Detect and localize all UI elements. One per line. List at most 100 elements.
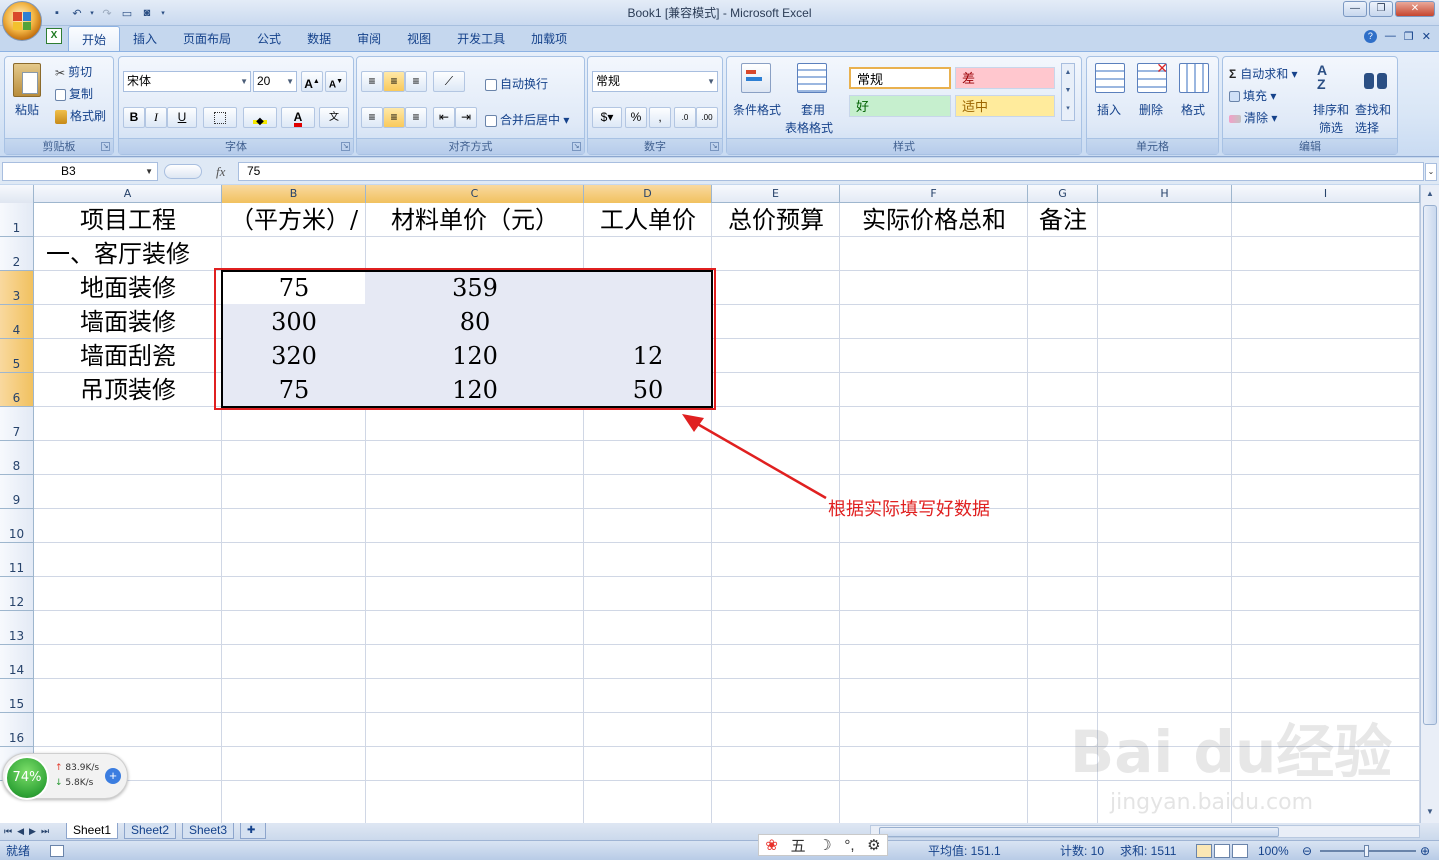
settings-gear-icon[interactable]: ⚙ (867, 836, 880, 854)
tab-developer[interactable]: 开发工具 (444, 26, 518, 51)
font-name-combo[interactable]: 宋体 ▼ (123, 71, 251, 92)
fill-color-button[interactable]: ◆ (243, 107, 277, 128)
ribbon-minimize-icon[interactable]: — (1385, 30, 1396, 43)
select-all-corner[interactable] (0, 185, 34, 203)
clipboard-launcher-icon[interactable]: ↘ (101, 142, 110, 151)
format-as-table-label2[interactable]: 表格格式 (785, 119, 833, 136)
tab-page-layout[interactable]: 页面布局 (170, 26, 244, 51)
tab-review[interactable]: 审阅 (344, 26, 394, 51)
ribbon-close-icon[interactable]: ✕ (1422, 30, 1431, 43)
print-preview-icon[interactable]: ▭ (118, 4, 136, 22)
undo-icon[interactable]: ↶ (68, 4, 86, 22)
orientation-icon[interactable]: ⟋ (433, 71, 465, 92)
align-center-icon[interactable]: ≡ (383, 107, 405, 128)
view-page-layout-icon[interactable] (1214, 844, 1230, 858)
vertical-scrollbar[interactable]: ▲ ▼ (1420, 185, 1439, 823)
style-normal[interactable]: 常规 (849, 67, 951, 89)
phonetic-button[interactable]: 文 (319, 107, 349, 128)
view-normal-icon[interactable] (1196, 844, 1212, 858)
italic-button[interactable]: I (145, 107, 167, 128)
cut-button[interactable]: ✂ 剪切 (55, 63, 92, 80)
view-page-break-icon[interactable] (1232, 844, 1248, 858)
insert-button[interactable]: 插入 (1097, 101, 1121, 118)
zoom-level[interactable]: 100% (1258, 843, 1289, 859)
horizontal-scroll-thumb[interactable] (879, 827, 1279, 837)
copy-button[interactable]: 复制 (55, 85, 93, 102)
format-button[interactable]: 格式 (1181, 101, 1205, 118)
scroll-down-icon[interactable]: ▼ (1423, 805, 1437, 819)
formula-bar-expand-icon[interactable]: ⌄ (1425, 163, 1437, 181)
conditional-format-icon[interactable] (741, 63, 771, 93)
scroll-up-icon[interactable]: ▲ (1423, 187, 1437, 201)
sort-filter-button[interactable]: 排序和 (1313, 101, 1349, 118)
tab-insert[interactable]: 插入 (120, 26, 170, 51)
row-header-9[interactable]: 9 (0, 475, 34, 509)
insert-sheet-icon[interactable]: ✚ (240, 823, 266, 839)
row-header-11[interactable]: 11 (0, 543, 34, 577)
vertical-scroll-thumb[interactable] (1423, 205, 1437, 725)
comma-button[interactable]: , (649, 107, 671, 128)
fx-icon[interactable]: fx (216, 164, 225, 180)
sheet-tab-sheet2[interactable]: Sheet2 (124, 823, 177, 839)
conditional-format-button[interactable]: 条件格式 (733, 101, 781, 118)
row-header-16[interactable]: 16 (0, 713, 34, 747)
font-color-button[interactable]: A (281, 107, 315, 128)
row-header-4[interactable]: 4 (0, 305, 34, 339)
worksheet-grid[interactable]: 项目工程 （平方米）/材料单价（元） 工人单价 总价预算 实际价格总和 备注 一、客厅装修地… (0, 185, 1420, 823)
next-sheet-icon[interactable]: ▶ (29, 826, 36, 837)
styles-scroll[interactable]: ▲ ▼ ▾ (1061, 63, 1075, 121)
row-header-15[interactable]: 15 (0, 679, 34, 713)
paw-icon[interactable]: ❀ (765, 836, 778, 854)
tab-home[interactable]: 开始 (68, 26, 121, 51)
restore-button[interactable]: ❐ (1369, 1, 1393, 17)
save-icon[interactable]: ▪ (48, 4, 66, 22)
number-launcher-icon[interactable]: ↘ (710, 142, 719, 151)
zoom-out-icon[interactable]: ⊖ (1302, 843, 1312, 859)
align-left-icon[interactable]: ≡ (361, 107, 383, 128)
column-header-h[interactable]: H (1098, 185, 1232, 203)
align-bottom-icon[interactable]: ≡ (405, 71, 427, 92)
row-header-3[interactable]: 3 (0, 271, 34, 305)
clear-button[interactable]: 清除 ▾ (1229, 109, 1277, 126)
customize-qat-icon[interactable]: ▾ (158, 4, 168, 22)
font-launcher-icon[interactable]: ↘ (341, 142, 350, 151)
network-speed-widget[interactable]: 74% ↑ 83.9K/s ↓ 5.8K/s + (2, 753, 128, 800)
column-header-a[interactable]: A (34, 185, 222, 203)
paste-button[interactable]: 粘贴 (15, 101, 39, 118)
ime-mode[interactable]: 五 (791, 835, 806, 856)
horizontal-scrollbar[interactable] (870, 825, 1420, 838)
sort-filter-label2[interactable]: 筛选 (1319, 119, 1343, 136)
add-icon[interactable]: + (105, 768, 121, 784)
office-button[interactable] (2, 1, 42, 41)
row-header-2[interactable]: 2 (0, 237, 34, 271)
find-select-button[interactable]: 查找和 (1355, 101, 1391, 118)
percent-button[interactable]: % (625, 107, 647, 128)
ribbon-restore-icon[interactable]: ❐ (1404, 30, 1414, 43)
redo-icon[interactable]: ↷ (98, 4, 116, 22)
binoculars-icon[interactable] (1363, 65, 1389, 91)
row-header-8[interactable]: 8 (0, 441, 34, 475)
currency-button[interactable]: $▾ (592, 107, 622, 128)
underline-button[interactable]: U (167, 107, 197, 128)
row-header-7[interactable]: 7 (0, 407, 34, 441)
merge-center-button[interactable]: 合并后居中 ▾ (485, 111, 569, 128)
last-sheet-icon[interactable]: ⏭ (41, 826, 49, 837)
row-header-1[interactable]: 1 (0, 203, 34, 237)
tab-addins[interactable]: 加载项 (518, 26, 580, 51)
minimize-button[interactable]: — (1343, 1, 1367, 17)
delete-cells-icon[interactable]: ✕ (1137, 60, 1168, 93)
column-header-c[interactable]: C (366, 185, 584, 203)
row-header-14[interactable]: 14 (0, 645, 34, 679)
formula-expand-icon[interactable] (164, 164, 202, 179)
style-good[interactable]: 好 (849, 95, 951, 117)
column-header-e[interactable]: E (712, 185, 840, 203)
first-sheet-icon[interactable]: ⏮ (4, 826, 12, 837)
fill-button[interactable]: 填充 ▾ (1229, 87, 1276, 104)
column-header-d[interactable]: D (584, 185, 712, 203)
tab-data[interactable]: 数据 (294, 26, 344, 51)
decrease-indent-icon[interactable]: ⇤ (433, 107, 455, 128)
format-as-table-icon[interactable] (797, 63, 827, 93)
sheet-tab-sheet1[interactable]: Sheet1 (66, 823, 119, 839)
grow-font-button[interactable]: A▲ (301, 71, 323, 92)
increase-indent-icon[interactable]: ⇥ (455, 107, 477, 128)
